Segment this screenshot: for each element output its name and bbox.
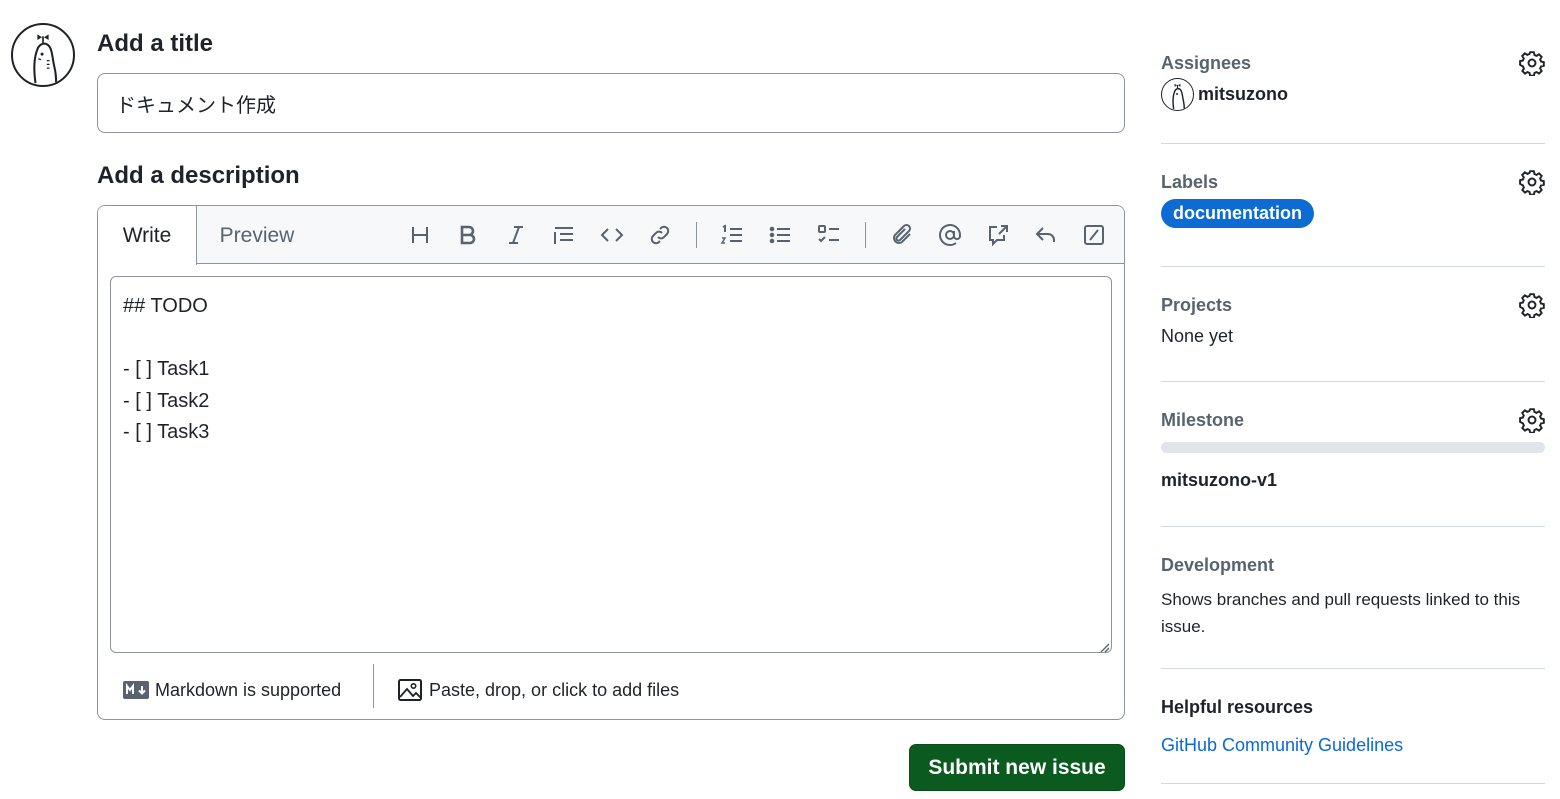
assignee-user[interactable]: mitsuzono	[1161, 78, 1288, 111]
bold-icon[interactable]	[453, 220, 483, 250]
labels-heading: Labels	[1161, 172, 1219, 192]
attach-icon[interactable]	[887, 220, 917, 250]
milestone-progress-bar	[1161, 442, 1545, 453]
files-note-text: Paste, drop, or click to add files	[429, 679, 680, 700]
assignees-gear-icon[interactable]	[1519, 50, 1545, 77]
community-guidelines-link[interactable]: GitHub Community Guidelines	[1161, 735, 1403, 756]
title-heading: Add a title	[97, 30, 214, 57]
issue-sidebar: Assignees mitsuzono Labels documentation…	[1161, 0, 1545, 799]
assignee-name: mitsuzono	[1198, 84, 1288, 104]
milestone-name[interactable]: mitsuzono-v1	[1161, 470, 1277, 491]
submit-new-issue-button[interactable]: Submit new issue	[909, 744, 1125, 791]
description-textarea[interactable]: ## TODO - [ ] Task1 - [ ] Task2 - [ ] Ta…	[110, 276, 1112, 653]
reply-icon[interactable]	[1031, 220, 1061, 250]
author-avatar	[11, 23, 75, 87]
tab-write[interactable]: Write	[98, 206, 197, 265]
milestone-gear-icon[interactable]	[1519, 407, 1545, 434]
sidebar-divider	[1161, 526, 1545, 527]
editor-toolbar: Write Preview	[98, 206, 1124, 265]
description-editor: Write Preview ## TODO - [] Task1 - [] …	[97, 205, 1125, 720]
markdown-icon	[123, 681, 149, 699]
task-list-icon[interactable]	[814, 220, 844, 250]
markdown-note-text: Markdown is supported	[155, 679, 342, 700]
toolbar-divider	[865, 222, 866, 248]
title-input[interactable]	[97, 73, 1125, 133]
helpful-resources-heading: Helpful resources	[1161, 697, 1314, 717]
unordered-list-icon[interactable]	[765, 220, 795, 250]
assignees-heading: Assignees	[1161, 53, 1252, 73]
assignee-avatar	[1161, 78, 1194, 111]
avatar-drawing-icon	[1172, 83, 1186, 110]
label-documentation[interactable]: documentation	[1161, 199, 1314, 228]
projects-value: None yet	[1161, 326, 1234, 346]
heading-icon[interactable]	[405, 220, 435, 250]
slash-command-icon[interactable]	[1079, 220, 1109, 250]
tab-preview[interactable]: Preview	[197, 206, 317, 265]
resize-handle-icon[interactable]	[1098, 641, 1110, 653]
development-text: Shows branches and pull requests linked …	[1161, 590, 1521, 636]
add-files-button[interactable]: Paste, drop, or click to add files	[398, 675, 679, 705]
mention-icon[interactable]	[935, 220, 965, 250]
sidebar-divider	[1161, 266, 1545, 267]
numbered-list-icon[interactable]	[717, 220, 747, 250]
sidebar-divider	[1161, 668, 1545, 669]
labels-gear-icon[interactable]	[1519, 169, 1545, 196]
editor-footer: Markdown is supported Paste, drop, or cl…	[98, 661, 1124, 719]
toolbar-divider	[696, 222, 697, 248]
description-heading: Add a description	[97, 162, 300, 189]
quote-icon[interactable]	[549, 220, 579, 250]
code-icon[interactable]	[597, 220, 627, 250]
avatar-drawing-icon	[33, 34, 58, 84]
sidebar-divider	[1161, 143, 1545, 144]
milestone-heading: Milestone	[1161, 410, 1245, 430]
projects-heading: Projects	[1161, 295, 1233, 315]
link-icon[interactable]	[645, 220, 675, 250]
footer-divider	[373, 664, 374, 708]
reference-icon[interactable]	[983, 220, 1013, 250]
development-heading: Development	[1161, 555, 1275, 575]
sidebar-divider	[1161, 783, 1545, 784]
sidebar-divider	[1161, 381, 1545, 382]
italic-icon[interactable]	[501, 220, 531, 250]
image-icon	[398, 679, 422, 701]
projects-gear-icon[interactable]	[1519, 292, 1545, 319]
markdown-supported-link[interactable]: Markdown is supported	[123, 675, 341, 705]
